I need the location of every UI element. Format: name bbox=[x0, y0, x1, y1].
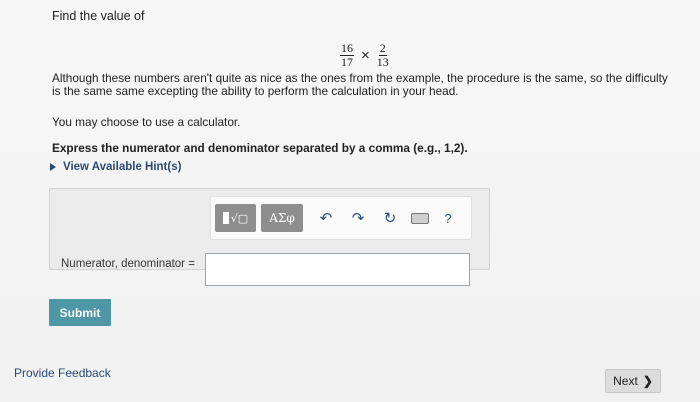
expand-triangle-icon bbox=[50, 163, 56, 171]
math-toolbar: √▢ ΑΣφ ↶ ↷ ↻ ? bbox=[210, 196, 472, 240]
chevron-right-icon: ❯ bbox=[642, 374, 653, 388]
help-button[interactable]: ? bbox=[435, 204, 461, 232]
keyboard-icon[interactable] bbox=[411, 212, 429, 224]
numerator-denominator-input[interactable] bbox=[205, 253, 470, 286]
answer-instruction: Express the numerator and denominator se… bbox=[52, 141, 468, 155]
fraction-b-numerator: 2 bbox=[378, 41, 387, 56]
fraction-a: 16 17 bbox=[340, 42, 354, 69]
next-button[interactable]: Next ❯ bbox=[605, 369, 661, 393]
reset-icon[interactable]: ↻ bbox=[375, 204, 405, 232]
calculator-note: You may choose to use a calculator. bbox=[52, 115, 241, 129]
page: Find the value of 16 17 × 2 13 Although … bbox=[0, 0, 700, 402]
fraction-a-numerator: 16 bbox=[340, 41, 354, 56]
math-expression: 16 17 × 2 13 bbox=[340, 42, 389, 69]
view-hints-link[interactable]: View Available Hint(s) bbox=[50, 161, 181, 173]
answer-label: Numerator, denominator = bbox=[61, 258, 195, 270]
next-label: Next bbox=[613, 374, 638, 388]
greek-symbols-button[interactable]: ΑΣφ bbox=[261, 204, 303, 232]
submit-button[interactable]: Submit bbox=[49, 299, 111, 326]
fraction-b: 2 13 bbox=[377, 42, 389, 69]
question-prompt: Find the value of bbox=[52, 9, 145, 23]
fraction-a-denominator: 17 bbox=[341, 55, 353, 69]
templates-button[interactable]: √▢ bbox=[215, 204, 256, 232]
explanation-paragraph: Although these numbers aren't quite as n… bbox=[52, 71, 668, 98]
hint-link-label: View Available Hint(s) bbox=[63, 161, 182, 173]
undo-icon[interactable]: ↶ bbox=[311, 204, 341, 232]
times-operator: × bbox=[361, 46, 370, 64]
fraction-b-denominator: 13 bbox=[376, 55, 389, 69]
radical-icon: √▢ bbox=[230, 211, 249, 225]
provide-feedback-link[interactable]: Provide Feedback bbox=[14, 366, 111, 380]
redo-icon[interactable]: ↷ bbox=[343, 204, 373, 232]
template-square-icon bbox=[222, 212, 229, 224]
